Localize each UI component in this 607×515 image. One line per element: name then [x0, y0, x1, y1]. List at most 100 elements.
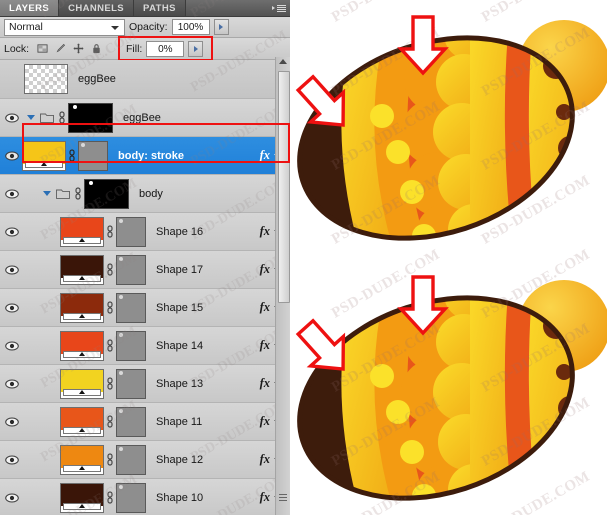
layer-row[interactable]: Shape 11 fx	[0, 403, 290, 441]
layer-row[interactable]: Shape 17 fx	[0, 251, 290, 289]
layer-effects-icon[interactable]: fx	[260, 148, 274, 163]
layer-row[interactable]: Shape 16 fx	[0, 213, 290, 251]
layer-name: Shape 13	[156, 377, 204, 390]
layer-row-composite[interactable]: eggBee	[0, 60, 290, 99]
arrow-top-egg-outline	[397, 15, 449, 76]
mask-link-icon[interactable]	[104, 300, 116, 315]
arrow-bottom-egg-outline	[397, 275, 449, 336]
visibility-toggle[interactable]	[0, 341, 24, 351]
mask-link-icon[interactable]	[72, 186, 84, 201]
document-canvas: PSD-DUDE.COM PSD-DUDE.COM PSD-DUDE.COM PSD-…	[290, 0, 607, 515]
opacity-value: 100%	[177, 21, 204, 33]
visibility-toggle[interactable]	[0, 265, 24, 275]
group-disclosure-triangle[interactable]	[24, 115, 38, 120]
layers-scrollbar[interactable]	[275, 57, 290, 515]
layer-thumbnail	[60, 216, 104, 247]
layer-effects-icon[interactable]: fx	[260, 338, 274, 353]
blend-mode-select[interactable]: Normal	[4, 18, 125, 36]
brush-lock-icon[interactable]	[55, 43, 66, 54]
lock-fill-row: Lock: Fill: 0%	[0, 36, 290, 61]
layer-row[interactable]: Shape 15 fx	[0, 289, 290, 327]
layer-row-body-stroke[interactable]: body: stroke fx	[0, 137, 290, 175]
eye-icon	[5, 303, 19, 312]
layer-name: eggBee	[123, 111, 161, 124]
layer-thumbnail	[24, 64, 68, 94]
layer-effects-icon[interactable]: fx	[260, 490, 274, 505]
layer-row[interactable]: Shape 14 fx	[0, 327, 290, 365]
layer-row[interactable]: Shape 12 fx	[0, 441, 290, 479]
layer-thumbnail	[60, 406, 104, 437]
folder-icon	[38, 112, 56, 123]
mask-link-icon[interactable]	[104, 376, 116, 391]
eye-icon	[5, 113, 19, 122]
opacity-input[interactable]: 100%	[171, 19, 210, 35]
layer-name: Shape 10	[156, 491, 204, 504]
layer-effects-icon[interactable]: fx	[260, 300, 274, 315]
mask-link-icon[interactable]	[56, 110, 68, 125]
arrow-bottom-left-egg-outline	[295, 318, 346, 371]
vector-mask-thumbnail	[116, 406, 146, 437]
lock-all-icon[interactable]	[91, 43, 102, 54]
chevron-down-icon	[111, 25, 119, 30]
vector-mask-thumbnail	[116, 330, 146, 361]
layer-list[interactable]: eggBee eggBee body: stroke fx body Shape…	[0, 60, 290, 515]
layer-name: body: stroke	[118, 149, 185, 162]
mask-link-icon[interactable]	[104, 262, 116, 277]
scrollbar-grip-icon	[279, 494, 287, 501]
visibility-toggle[interactable]	[0, 113, 24, 123]
mask-link-icon[interactable]	[104, 224, 116, 239]
scrollbar-thumb[interactable]	[278, 71, 290, 303]
layer-name: Shape 16	[156, 225, 204, 238]
layer-row[interactable]: Shape 10 fx	[0, 479, 290, 515]
visibility-toggle[interactable]	[0, 227, 24, 237]
tab-paths[interactable]: PATHS	[134, 0, 186, 16]
tab-channels[interactable]: CHANNELS	[59, 0, 135, 16]
visibility-toggle[interactable]	[0, 417, 24, 427]
folder-icon	[54, 188, 72, 199]
vector-mask-thumbnail	[116, 444, 146, 475]
layer-row-group-eggbee[interactable]: eggBee	[0, 99, 290, 137]
mask-link-icon[interactable]	[104, 414, 116, 429]
mask-link-icon[interactable]	[66, 148, 78, 163]
eye-icon	[5, 265, 19, 274]
layer-name: Shape 15	[156, 301, 204, 314]
mask-link-icon[interactable]	[104, 338, 116, 353]
eye-icon	[5, 493, 19, 502]
move-lock-icon[interactable]	[73, 43, 84, 54]
visibility-toggle[interactable]	[0, 151, 24, 161]
mask-link-icon[interactable]	[104, 452, 116, 467]
layer-name: Shape 17	[156, 263, 204, 276]
layer-effects-icon[interactable]: fx	[260, 452, 274, 467]
photoshop-screenshot: LAYERS CHANNELS PATHS Normal Opacity: 10…	[0, 0, 607, 515]
fill-highlight-box	[118, 36, 213, 61]
layer-effects-icon[interactable]: fx	[260, 224, 274, 239]
visibility-toggle[interactable]	[0, 189, 24, 199]
panel-tab-bar: LAYERS CHANNELS PATHS	[0, 0, 290, 17]
group-disclosure-triangle[interactable]	[40, 191, 54, 196]
visibility-toggle[interactable]	[0, 379, 24, 389]
visibility-toggle[interactable]	[0, 303, 24, 313]
scroll-up-arrow-icon[interactable]	[279, 59, 287, 64]
transparency-lock-icon[interactable]	[37, 43, 48, 54]
layer-effects-icon[interactable]: fx	[260, 262, 274, 277]
visibility-toggle[interactable]	[0, 455, 24, 465]
opacity-stepper[interactable]	[213, 19, 229, 35]
eye-icon	[5, 151, 19, 160]
layer-effects-icon[interactable]: fx	[260, 376, 274, 391]
vector-mask-thumbnail	[116, 482, 146, 513]
visibility-toggle[interactable]	[0, 493, 24, 503]
tab-layers[interactable]: LAYERS	[0, 0, 60, 16]
eye-icon	[5, 379, 19, 388]
layer-thumbnail	[60, 254, 104, 285]
vector-mask-thumbnail	[78, 140, 108, 171]
mask-link-icon[interactable]	[104, 490, 116, 505]
layer-row-group-body[interactable]: body	[0, 175, 290, 213]
eye-icon	[5, 341, 19, 350]
layer-thumbnail	[60, 482, 104, 513]
group-mask-thumbnail	[68, 102, 113, 133]
layer-effects-icon[interactable]: fx	[260, 414, 274, 429]
panel-menu-icon[interactable]	[271, 2, 287, 14]
layer-row[interactable]: Shape 13 fx	[0, 365, 290, 403]
vector-mask-thumbnail	[116, 254, 146, 285]
layer-name: body	[139, 187, 163, 200]
